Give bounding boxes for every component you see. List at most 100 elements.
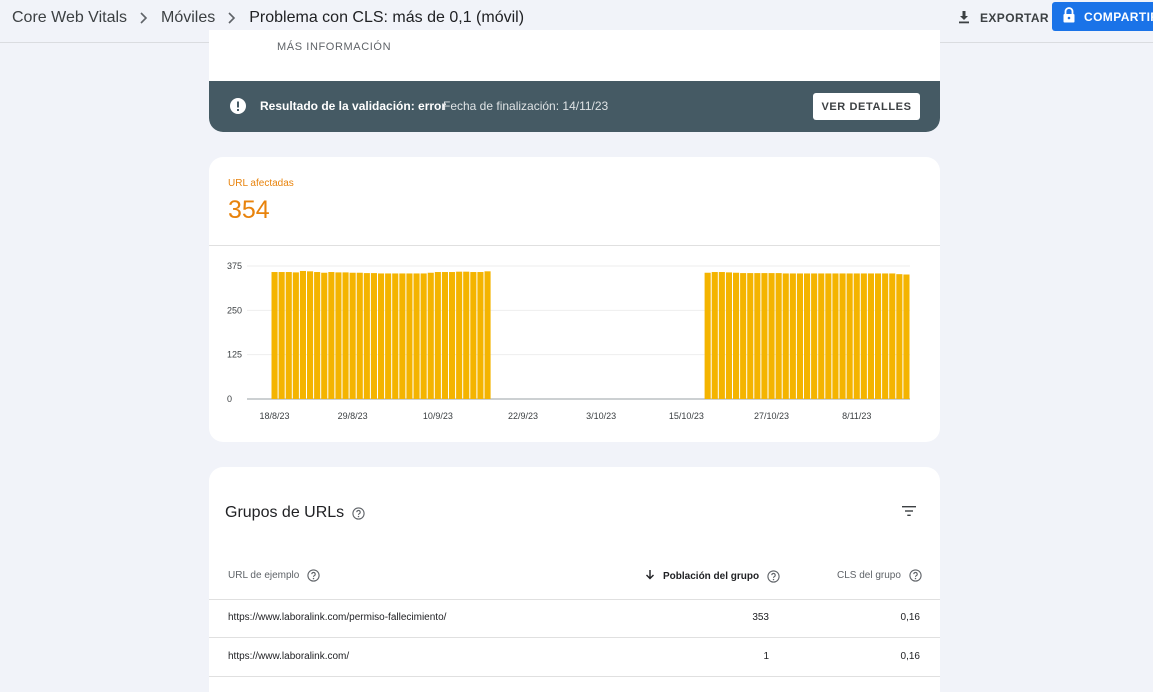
more-info-link[interactable]: MÁS INFORMACIÓN	[277, 41, 391, 53]
chart-bar	[427, 272, 434, 399]
chart-bar	[314, 272, 321, 399]
chart-bar	[725, 272, 732, 399]
chart-bar	[775, 273, 782, 399]
chart-bar	[392, 273, 399, 399]
chart-bar	[271, 272, 278, 399]
chart-bar	[740, 273, 747, 399]
chart-bar	[356, 272, 363, 399]
chart-bar	[349, 272, 356, 399]
divider	[209, 245, 940, 246]
help-icon[interactable]	[909, 569, 922, 582]
chart-bar	[321, 272, 328, 399]
chart-bar	[789, 273, 796, 399]
breadcrumb-current: Problema con CLS: más de 0,1 (móvil)	[249, 9, 525, 26]
chart-bar	[285, 272, 292, 399]
chart-bar	[413, 273, 420, 399]
validation-banner: Resultado de la validación: error Fecha …	[209, 81, 940, 132]
column-header-url: URL de ejemplo	[228, 569, 320, 582]
chart-bar	[867, 273, 874, 399]
column-header-cls[interactable]: CLS del grupo	[837, 569, 922, 582]
chart-bar	[846, 273, 853, 399]
chart-bar	[342, 272, 349, 399]
column-header-population[interactable]: Población del grupo	[645, 569, 780, 583]
x-tick-label: 10/9/23	[423, 411, 453, 421]
y-tick-label: 125	[227, 350, 242, 360]
filter-icon[interactable]	[901, 504, 917, 518]
chart-bar	[711, 272, 718, 399]
chart-bar	[470, 272, 477, 399]
chart-bar	[434, 272, 441, 399]
divider	[209, 599, 940, 600]
download-icon	[956, 9, 972, 28]
x-tick-label: 3/10/23	[586, 411, 616, 421]
chart-bar	[796, 273, 803, 399]
chart-bar	[477, 272, 484, 399]
chart-bar	[804, 273, 811, 399]
chart-bar	[839, 273, 846, 399]
export-button[interactable]: EXPORTAR	[956, 8, 1049, 28]
chart-bar	[292, 272, 299, 399]
chart-bar	[761, 273, 768, 399]
y-tick-label: 375	[227, 261, 242, 271]
help-icon[interactable]	[767, 569, 780, 583]
chart-bar	[278, 272, 285, 399]
chart-bar	[818, 273, 825, 399]
lock-icon	[1062, 7, 1076, 26]
affected-urls-card: URL afectadas 354 375 250 125 0 18/8/23 29/8/…	[209, 157, 940, 442]
chart-bar	[860, 273, 867, 399]
breadcrumb-moviles[interactable]: Móviles	[161, 9, 215, 27]
row-url[interactable]: https://www.laboralink.com/permiso-falle…	[228, 612, 446, 623]
share-button[interactable]: COMPARTIR	[1052, 2, 1153, 31]
x-tick-label: 27/10/23	[754, 411, 789, 421]
validation-result: Resultado de la validación: error	[260, 99, 447, 113]
see-details-button[interactable]: VER DETALLES	[813, 93, 920, 120]
row-cls: 0,16	[900, 651, 920, 662]
y-tick-label: 250	[227, 305, 242, 315]
breadcrumb-core-web-vitals[interactable]: Core Web Vitals	[12, 9, 127, 27]
url-groups-card: Grupos de URLs URL de ejemplo Población …	[209, 467, 940, 692]
x-tick-label: 8/11/23	[842, 411, 871, 421]
chart-bar	[441, 272, 448, 399]
chart-bar	[449, 272, 456, 399]
chart-bar	[420, 273, 427, 399]
chart-bar	[456, 271, 463, 399]
column-header-cls-label: CLS del grupo	[837, 570, 901, 581]
validation-date: Fecha de finalización: 14/11/23	[443, 99, 609, 113]
help-icon[interactable]	[307, 569, 320, 582]
column-header-population-label: Población del grupo	[663, 570, 760, 582]
chart-bar	[811, 273, 818, 399]
chart-bar	[825, 273, 832, 399]
chart-bar	[733, 272, 740, 399]
chevron-right-icon	[227, 12, 237, 24]
row-url[interactable]: https://www.laboralink.com/	[228, 651, 349, 662]
chart-bar	[335, 272, 342, 399]
breadcrumb: Core Web Vitals Móviles Problema con CLS…	[12, 9, 524, 27]
chart-bar	[363, 273, 370, 399]
url-groups-title: Grupos de URLs	[225, 504, 365, 522]
x-tick-label: 18/8/23	[260, 411, 290, 421]
column-header-url-label: URL de ejemplo	[228, 570, 300, 581]
chart-bar	[768, 273, 775, 399]
chart-bar	[299, 270, 306, 399]
chart-bar	[747, 273, 754, 399]
chart-bar	[463, 271, 470, 399]
chart-bar	[370, 273, 377, 399]
affected-urls-value: 354	[228, 196, 270, 224]
row-population: 353	[752, 612, 769, 623]
chart-bar	[889, 273, 896, 399]
chart-bar	[406, 273, 413, 399]
chevron-right-icon	[139, 12, 149, 24]
chart-bar	[882, 273, 889, 399]
help-icon[interactable]	[352, 506, 365, 520]
error-icon	[230, 98, 246, 114]
affected-urls-label[interactable]: URL afectadas	[228, 178, 294, 189]
chart-bar	[399, 273, 406, 399]
divider	[209, 637, 940, 638]
chart-bar	[718, 272, 725, 399]
divider	[209, 676, 940, 677]
url-groups-title-text: Grupos de URLs	[225, 504, 345, 521]
share-label: COMPARTIR	[1084, 9, 1153, 24]
x-tick-label: 15/10/23	[669, 411, 704, 421]
x-tick-label: 22/9/23	[508, 411, 538, 421]
chart-bar	[832, 273, 839, 399]
